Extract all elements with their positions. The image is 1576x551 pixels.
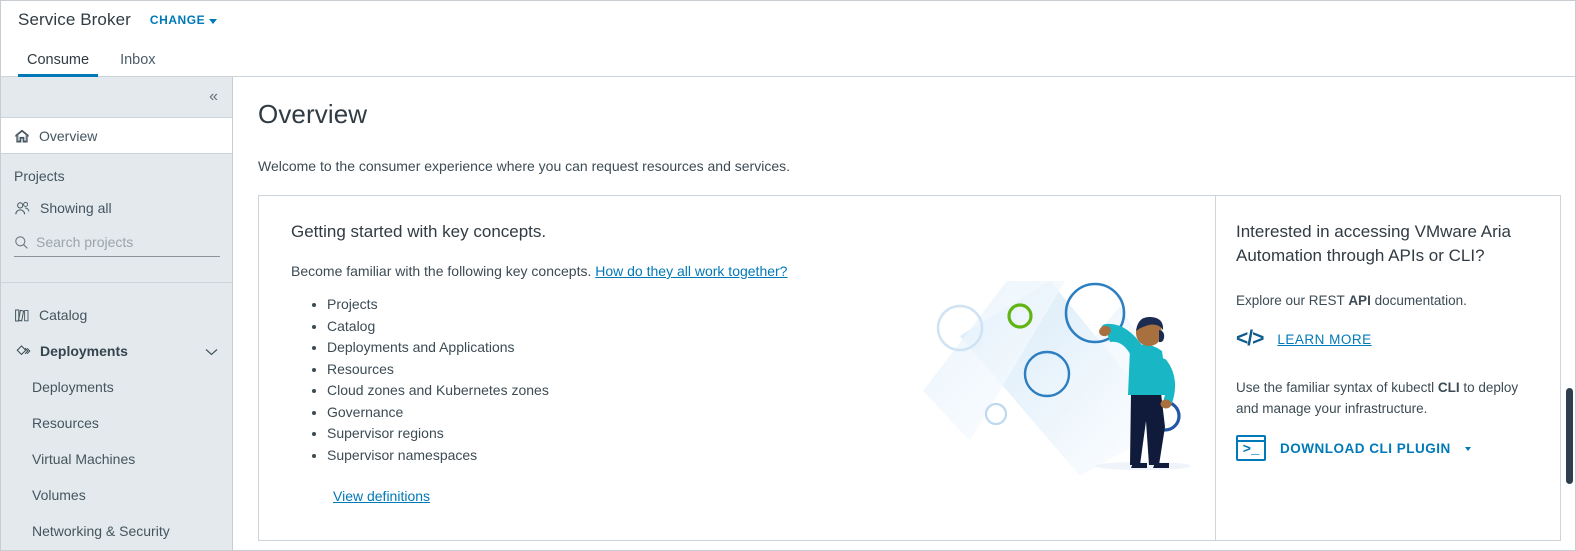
sidebar-collapse-row: « xyxy=(1,77,232,118)
scrollbar-thumb[interactable] xyxy=(1566,388,1573,484)
list-item: Resources xyxy=(327,361,1215,377)
chevron-down-icon xyxy=(209,18,218,24)
sidebar-item-volumes[interactable]: Volumes xyxy=(1,477,232,513)
body-row: « Overview Projects Showing all Search p… xyxy=(1,77,1575,550)
learn-more-link[interactable]: LEARN MORE xyxy=(1277,332,1371,347)
card-right-section: Interested in accessing VMware Aria Auto… xyxy=(1215,196,1560,540)
change-service-button[interactable]: CHANGE xyxy=(149,13,218,27)
api-doc-text: Explore our REST API documentation. xyxy=(1236,290,1538,311)
cli-text-before: Use the familiar syntax of kubectl xyxy=(1236,380,1438,395)
main-content: Overview Welcome to the consumer experie… xyxy=(233,77,1575,550)
tab-consume[interactable]: Consume xyxy=(18,52,99,77)
card-left-section: Getting started with key concepts. Becom… xyxy=(259,196,1215,540)
sidebar: « Overview Projects Showing all Search p… xyxy=(1,77,233,550)
api-doc-text-after: documentation. xyxy=(1370,293,1467,308)
page-title: Overview xyxy=(258,99,368,129)
sidebar-item-deployments-label: Deployments xyxy=(32,379,114,395)
how-do-they-work-together-link[interactable]: How do they all work together? xyxy=(595,263,787,279)
sidebar-projects-section-label: Projects xyxy=(14,168,65,184)
sidebar-item-catalog-label: Catalog xyxy=(39,307,88,323)
sidebar-item-showing-all-label: Showing all xyxy=(40,200,112,216)
terminal-icon: >_ xyxy=(1236,435,1266,461)
sidebar-item-volumes-label: Volumes xyxy=(32,487,86,503)
sidebar-item-overview[interactable]: Overview xyxy=(1,118,232,154)
chevron-down-icon[interactable] xyxy=(1464,447,1471,451)
list-item: Deployments and Applications xyxy=(327,339,1215,355)
code-brackets-icon: </> xyxy=(1236,327,1264,350)
sidebar-group-deployments-label: Deployments xyxy=(40,343,128,359)
users-icon xyxy=(14,201,31,216)
tab-bar: Consume Inbox xyxy=(1,39,1575,77)
search-icon xyxy=(14,235,29,250)
tab-inbox-label: Inbox xyxy=(120,52,156,68)
card-subtitle-text: Become familiar with the following key c… xyxy=(291,263,592,279)
api-doc-text-before: Explore our REST xyxy=(1236,293,1349,308)
sidebar-divider xyxy=(1,270,232,283)
cli-text-bold: CLI xyxy=(1437,380,1460,395)
sidebar-item-overview-label: Overview xyxy=(39,127,98,144)
vertical-scrollbar[interactable] xyxy=(1565,78,1575,550)
chevron-down-icon[interactable] xyxy=(205,344,218,359)
api-cli-heading: Interested in accessing VMware Aria Auto… xyxy=(1236,222,1511,265)
key-concepts-list: Projects Catalog Deployments and Applica… xyxy=(307,296,1215,463)
download-cli-row[interactable]: >_ DOWNLOAD CLI PLUGIN xyxy=(1236,435,1538,461)
sidebar-item-resources-label: Resources xyxy=(32,415,99,431)
card-heading: Getting started with key concepts. xyxy=(291,222,547,241)
sidebar-item-virtual-machines-label: Virtual Machines xyxy=(32,451,136,467)
list-item: Catalog xyxy=(327,318,1215,334)
tab-consume-label: Consume xyxy=(27,52,90,68)
learn-more-row[interactable]: </> LEARN MORE xyxy=(1236,327,1538,351)
app-title: Service Broker xyxy=(18,10,131,29)
list-item: Governance xyxy=(327,404,1215,420)
sidebar-item-networking-security[interactable]: Networking & Security xyxy=(1,513,232,549)
api-doc-text-bold: API xyxy=(1348,293,1371,308)
sidebar-item-deployments[interactable]: Deployments xyxy=(1,369,232,405)
list-item: Supervisor namespaces xyxy=(327,447,1215,463)
sidebar-item-catalog[interactable]: Catalog xyxy=(1,297,232,333)
app-header: Service Broker CHANGE xyxy=(1,1,1575,39)
list-item: Supervisor regions xyxy=(327,425,1215,441)
card-subtitle: Become familiar with the following key c… xyxy=(291,263,1215,279)
welcome-text: Welcome to the consumer experience where… xyxy=(258,158,791,174)
tab-inbox[interactable]: Inbox xyxy=(111,52,164,76)
list-item: Projects xyxy=(327,296,1215,312)
getting-started-card: Getting started with key concepts. Becom… xyxy=(258,195,1561,541)
chevron-double-left-icon[interactable]: « xyxy=(209,89,218,105)
sidebar-item-virtual-machines[interactable]: Virtual Machines xyxy=(1,441,232,477)
view-definitions-link[interactable]: View definitions xyxy=(333,488,430,504)
application-window: Service Broker CHANGE Consume Inbox « Ov… xyxy=(0,0,1576,551)
sidebar-item-resources[interactable]: Resources xyxy=(1,405,232,441)
list-item: Cloud zones and Kubernetes zones xyxy=(327,382,1215,398)
home-icon xyxy=(14,128,30,144)
sidebar-group-deployments[interactable]: Deployments xyxy=(1,333,232,369)
search-projects-input[interactable] xyxy=(36,232,196,252)
cli-text: Use the familiar syntax of kubectl CLI t… xyxy=(1236,377,1538,419)
deployments-diamond-icon xyxy=(14,344,31,359)
download-cli-plugin-button[interactable]: DOWNLOAD CLI PLUGIN xyxy=(1280,441,1451,456)
change-label: CHANGE xyxy=(149,13,206,27)
catalog-books-icon xyxy=(14,308,30,323)
sidebar-item-showing-all[interactable]: Showing all xyxy=(1,190,232,226)
sidebar-item-networking-security-label: Networking & Security xyxy=(32,523,170,539)
project-search-row xyxy=(14,232,220,257)
